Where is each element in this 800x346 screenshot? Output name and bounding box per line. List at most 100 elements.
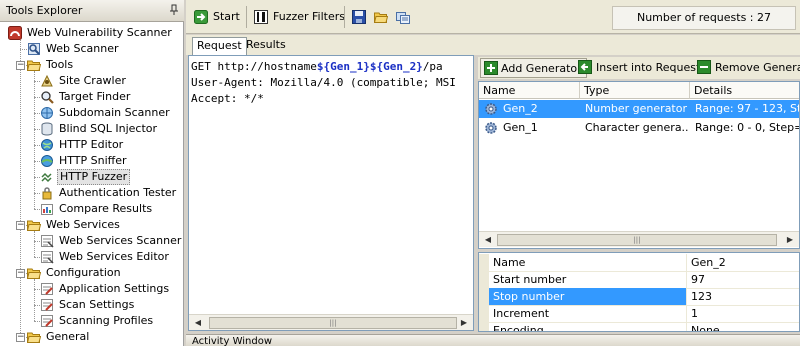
- tree-item-scanning-profiles[interactable]: Scanning Profiles: [0, 313, 184, 329]
- tree-item-authentication-tester[interactable]: Authentication Tester: [0, 185, 184, 201]
- tree-connector-line: [20, 49, 27, 50]
- add-icon: [484, 61, 498, 75]
- property-value[interactable]: 1: [688, 305, 799, 322]
- fuzzer-filters-label: Fuzzer Filters: [273, 10, 346, 23]
- collapse-toggle-icon[interactable]: −: [16, 221, 25, 230]
- generator-toolbar: Add Generator Insert into Request Remove…: [478, 57, 800, 79]
- request-line: Accept: */*: [191, 91, 264, 107]
- tree-item-target-finder[interactable]: Target Finder: [0, 89, 184, 105]
- column-header-name[interactable]: Name: [479, 82, 580, 99]
- property-gutter: [479, 322, 489, 331]
- column-header-details[interactable]: Details: [690, 82, 799, 99]
- property-name: Start number: [489, 271, 687, 288]
- generator-row[interactable]: Gen_1 Character genera... Range: 0 - 0, St…: [479, 119, 799, 137]
- tree-item-compare-results[interactable]: Compare Results: [0, 201, 184, 217]
- tree-item-application-settings[interactable]: Application Settings: [0, 281, 184, 297]
- scroll-thumb[interactable]: |||: [209, 317, 457, 329]
- property-row[interactable]: Stop number 123: [479, 288, 799, 306]
- property-gutter: [479, 305, 489, 323]
- generator-gear-icon: [484, 102, 498, 116]
- tree-item-label: Web Vulnerability Scanner: [27, 26, 172, 39]
- property-value[interactable]: None: [688, 322, 799, 331]
- tab-request-label: Request: [197, 39, 242, 52]
- tree-item-scan-settings[interactable]: Scan Settings: [0, 297, 184, 313]
- tree-item-configuration[interactable]: − Configuration: [0, 265, 184, 281]
- collapse-toggle-icon[interactable]: −: [16, 61, 25, 70]
- property-row[interactable]: Start number 97: [479, 271, 799, 289]
- column-header-type[interactable]: Type: [580, 82, 690, 99]
- start-label: Start: [213, 10, 240, 23]
- remove-generator-button[interactable]: Remove Generator: [697, 58, 800, 78]
- generator-row[interactable]: Gen_2 Number generator Range: 97 - 123, St…: [479, 100, 799, 118]
- web-scanner-icon: [27, 42, 41, 56]
- activity-window-header: Activity Window: [186, 334, 800, 346]
- property-value[interactable]: 97: [688, 271, 799, 288]
- request-text[interactable]: GET http://hostname${Gen_1}${Gen_2}/pa Us…: [189, 57, 473, 313]
- tree-item-web-services-scanner[interactable]: Web Services Scanner: [0, 233, 184, 249]
- tree-item-web-vulnerability-scanner[interactable]: Web Vulnerability Scanner: [0, 25, 184, 41]
- generator-horizontal-scrollbar[interactable]: ◀ ||| ▶: [479, 231, 799, 247]
- generator-property-grid: Name Gen_2 Start number 97 Stop number 123 Inc…: [478, 252, 800, 332]
- tree-item-web-services[interactable]: − Web Services: [0, 217, 184, 233]
- subdomain-scanner-icon: [40, 106, 54, 120]
- property-value[interactable]: 123: [688, 288, 799, 305]
- tab-request[interactable]: Request: [192, 37, 247, 55]
- property-name: Encoding: [489, 322, 687, 331]
- insert-into-request-label: Insert into Request: [596, 61, 701, 74]
- open-button[interactable]: [373, 7, 390, 27]
- property-row[interactable]: Name Gen_2: [479, 254, 799, 272]
- property-gutter: [479, 288, 489, 306]
- tree-item-subdomain-scanner[interactable]: Subdomain Scanner: [0, 105, 184, 121]
- scroll-left-icon[interactable]: ◀: [192, 317, 204, 329]
- scroll-thumb[interactable]: |||: [497, 234, 777, 246]
- tree-item-http-fuzzer[interactable]: HTTP Fuzzer: [0, 169, 184, 185]
- insert-into-request-button[interactable]: Insert into Request: [578, 58, 700, 78]
- pin-icon[interactable]: [168, 4, 180, 16]
- tab-results-label: Results: [246, 38, 286, 51]
- property-name: Stop number: [489, 288, 687, 305]
- remove-generator-label: Remove Generator: [715, 61, 800, 74]
- activity-window-title: Activity Window: [192, 336, 273, 346]
- save-button[interactable]: [352, 7, 368, 27]
- tree-item-web-services-editor[interactable]: Web Services Editor: [0, 249, 184, 265]
- generator-type-cell: Number generator: [585, 102, 688, 115]
- request-editor[interactable]: GET http://hostname${Gen_1}${Gen_2}/pa Us…: [188, 55, 474, 331]
- collapse-toggle-icon[interactable]: −: [16, 269, 25, 278]
- generator-list: Name Type Details Gen_2 Number generator R…: [478, 81, 800, 249]
- tree-item-http-editor[interactable]: HTTP Editor: [0, 137, 184, 153]
- tree-item-label: HTTP Fuzzer: [57, 169, 131, 185]
- scroll-right-icon[interactable]: ▶: [784, 234, 796, 246]
- tree-item-label: Site Crawler: [59, 74, 126, 87]
- tree-item-label: Subdomain Scanner: [59, 106, 170, 119]
- http-sniffer-icon: [40, 154, 54, 168]
- editor-horizontal-scrollbar[interactable]: ◀ ||| ▶: [189, 314, 473, 330]
- property-row[interactable]: Increment 1: [479, 305, 799, 323]
- tree-item-blind-sql-injector[interactable]: Blind SQL Injector: [0, 121, 184, 137]
- property-value[interactable]: Gen_2: [688, 254, 799, 271]
- folder-open-icon: [26, 330, 42, 344]
- add-generator-button[interactable]: Add Generator: [480, 58, 587, 78]
- scroll-left-icon[interactable]: ◀: [482, 234, 494, 246]
- start-icon: [194, 10, 208, 24]
- export-button[interactable]: [396, 7, 412, 27]
- collapse-toggle-icon[interactable]: −: [16, 333, 25, 342]
- request-line: GET http://hostname${Gen_1}${Gen_2}/pa: [191, 59, 443, 75]
- request-text-segment: User-Agent: Mozilla/4.0 (compatible; MSI: [191, 76, 456, 89]
- tree-item-label: Web Services: [46, 218, 120, 231]
- tree-item-label: Configuration: [46, 266, 121, 279]
- tree-item-general[interactable]: − General: [0, 329, 184, 345]
- scan-settings-icon: [40, 298, 54, 312]
- tree-item-label: Web Services Scanner: [59, 234, 182, 247]
- scroll-right-icon[interactable]: ▶: [458, 317, 470, 329]
- tree-item-label: Scan Settings: [59, 298, 135, 311]
- tree-item-web-scanner[interactable]: Web Scanner: [0, 41, 184, 57]
- tree-item-label: HTTP Editor: [59, 138, 124, 151]
- request-line: User-Agent: Mozilla/4.0 (compatible; MSI: [191, 75, 456, 91]
- tab-results[interactable]: Results: [242, 37, 290, 55]
- tree-item-site-crawler[interactable]: Site Crawler: [0, 73, 184, 89]
- property-row[interactable]: Encoding None: [479, 322, 799, 331]
- http-editor-icon: [40, 138, 54, 152]
- tree-item-http-sniffer[interactable]: HTTP Sniffer: [0, 153, 184, 169]
- tree-item-tools[interactable]: − Tools: [0, 57, 184, 73]
- tools-explorer-header: Tools Explorer: [0, 0, 184, 22]
